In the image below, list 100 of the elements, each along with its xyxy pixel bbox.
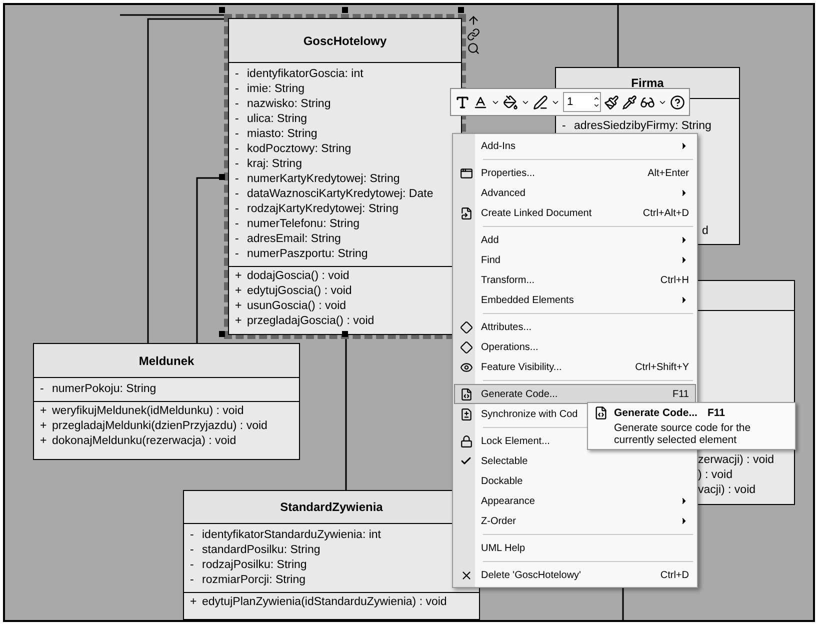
member-text: przegladajMeldunki(dzienPrzyjazdu) : void: [52, 418, 268, 434]
menu-item[interactable]: Selectable: [454, 451, 696, 471]
visibility-marker: -: [189, 572, 195, 588]
shortcut-text: Ctrl+H: [660, 274, 689, 288]
link-icon[interactable]: [467, 28, 480, 41]
member-text: numerTelefonu: String: [247, 216, 360, 232]
member-text: imie: String: [247, 82, 305, 97]
member-text: przegladajGoscia() : void: [247, 314, 374, 329]
visibility-marker: -: [234, 126, 240, 142]
member-text: identyfikatorGoscia: int: [247, 66, 364, 82]
menu-item[interactable]: Dockable: [454, 471, 696, 491]
member-text: miasto: String: [247, 126, 318, 142]
shortcut-text: Ctrl+Alt+D: [642, 206, 689, 220]
member-text: adresSiedzibyFirmy: String: [574, 118, 712, 134]
eye-icon: [460, 360, 472, 374]
window-icon: [460, 166, 472, 180]
class-box[interactable]: Meldunek - numerPokoju: String + weryfikujMeldunek(idMeldunku) : void + przegladajMeldunki(dzienPrzyjazdu) : void + dokonajMeldunku(rezerwacja) : void: [33, 343, 300, 460]
visibility-marker: -: [189, 528, 195, 543]
glasses-icon[interactable]: [640, 94, 655, 110]
member-text: nazwisko: String: [247, 96, 331, 112]
visibility-marker: +: [234, 284, 243, 299]
visibility-marker: -: [234, 216, 240, 232]
visibility-marker: -: [234, 66, 240, 82]
file-diff-icon: [460, 408, 472, 420]
class-name: StandardZywienia: [280, 499, 383, 516]
resize-handle[interactable]: [342, 331, 348, 337]
diamond-icon: [460, 340, 472, 354]
menu-item[interactable]: Find: [454, 250, 696, 270]
class-name: Firma: [631, 75, 664, 92]
help-icon[interactable]: [670, 94, 685, 110]
member-text: usunGoscia() : void: [247, 298, 346, 314]
visibility-marker: +: [39, 434, 48, 449]
search-icon[interactable]: [467, 42, 480, 55]
code-file-icon: [460, 388, 472, 400]
visibility-marker: +: [234, 268, 243, 284]
linked-file-icon: [460, 206, 472, 220]
menu-item[interactable]: Operations...: [454, 337, 696, 357]
lock-icon: [460, 434, 472, 448]
member-text: dodajGoscia() : void: [247, 268, 350, 284]
member-text: standardPosilku: String: [202, 542, 320, 558]
visibility-marker: -: [234, 96, 240, 112]
fill-color-icon[interactable]: [503, 94, 518, 110]
visibility-marker: -: [234, 172, 240, 187]
menu-item[interactable]: Generate Code... F11: [454, 384, 696, 404]
code-file-icon: [594, 406, 608, 420]
visibility-marker: -: [561, 118, 567, 134]
menu-item[interactable]: Attributes...: [454, 317, 696, 337]
check-icon: [460, 455, 472, 467]
visibility-marker: -: [234, 246, 240, 262]
menu-item[interactable]: Advanced: [454, 183, 696, 203]
visibility-marker: -: [39, 382, 45, 397]
member-text: adresEmail: String: [247, 232, 341, 247]
shortcut-text: Alt+Enter: [648, 166, 689, 180]
font-color-icon[interactable]: [473, 94, 488, 110]
menu-item[interactable]: Embedded Elements: [454, 290, 696, 310]
visibility-marker: -: [189, 558, 195, 573]
brush-icon[interactable]: [604, 94, 619, 110]
shortcut-text: F11: [707, 406, 725, 421]
visibility-marker: -: [234, 112, 240, 127]
visibility-marker: -: [234, 186, 240, 202]
member-text: numerKartyKredytowej: String: [247, 172, 400, 187]
member-text: zerwacji) : void: [698, 452, 774, 468]
line-color-icon[interactable]: [533, 94, 548, 110]
member-text: edytujGoscia() : void: [247, 284, 352, 299]
menu-item[interactable]: Add-Ins: [454, 136, 696, 156]
member-text: rodzajKartyKredytowej: String: [247, 202, 398, 217]
member-text: identyfikatorStandarduZywienia: int: [202, 528, 381, 543]
eyedropper-icon[interactable]: [622, 94, 637, 110]
member-text: rozmiarPorcji: String: [202, 572, 306, 588]
visibility-marker: -: [234, 156, 240, 172]
class-box[interactable]: StandardZywienia - identyfikatorStandarduZywienia: int - standardPosilku: String - rodzajPosilku: String - rozmiarPorcji: String + edytujPlanZywienia(idStandarduZywienia) : void: [183, 490, 480, 620]
member-text: rodzajPosilku: String: [202, 558, 307, 573]
shortcut-text: F11: [672, 388, 689, 402]
menu-item[interactable]: Properties... Alt+Enter: [454, 163, 696, 183]
close-icon: [460, 568, 472, 582]
class-name: GoscHotelowy: [303, 32, 387, 50]
shortcut-text: Ctrl+D: [660, 568, 689, 582]
visibility-marker: -: [234, 142, 240, 157]
visibility-marker: -: [234, 202, 240, 217]
menu-item[interactable]: Create Linked Document Ctrl+Alt+D: [454, 203, 696, 223]
line-width-spinner[interactable]: 1: [563, 92, 601, 112]
visibility-marker: +: [189, 594, 198, 610]
member-text: ) : void: [698, 468, 733, 483]
visibility-marker: -: [189, 542, 195, 558]
diamond-icon: [460, 320, 472, 334]
shortcut-text: Ctrl+Shift+Y: [635, 360, 689, 374]
font-icon[interactable]: [455, 94, 470, 110]
member-text: kodPocztowy: String: [247, 142, 352, 157]
menu-item[interactable]: Transform... Ctrl+H: [454, 270, 696, 290]
menu-item[interactable]: Feature Visibility... Ctrl+Shift+Y: [454, 357, 696, 377]
menu-item[interactable]: Add: [454, 230, 696, 250]
arrow-up-icon[interactable]: [467, 14, 480, 27]
class-name: Meldunek: [138, 352, 194, 370]
resize-handle[interactable]: [219, 331, 226, 337]
visibility-marker: +: [234, 314, 243, 329]
visibility-marker: -: [234, 82, 240, 97]
visibility-marker: +: [39, 418, 48, 434]
member-text: weryfikujMeldunek(idMeldunku) : void: [52, 404, 244, 419]
member-text: dokonajMeldunku(rezerwacja) : void: [52, 434, 236, 449]
visibility-marker: +: [234, 298, 243, 314]
